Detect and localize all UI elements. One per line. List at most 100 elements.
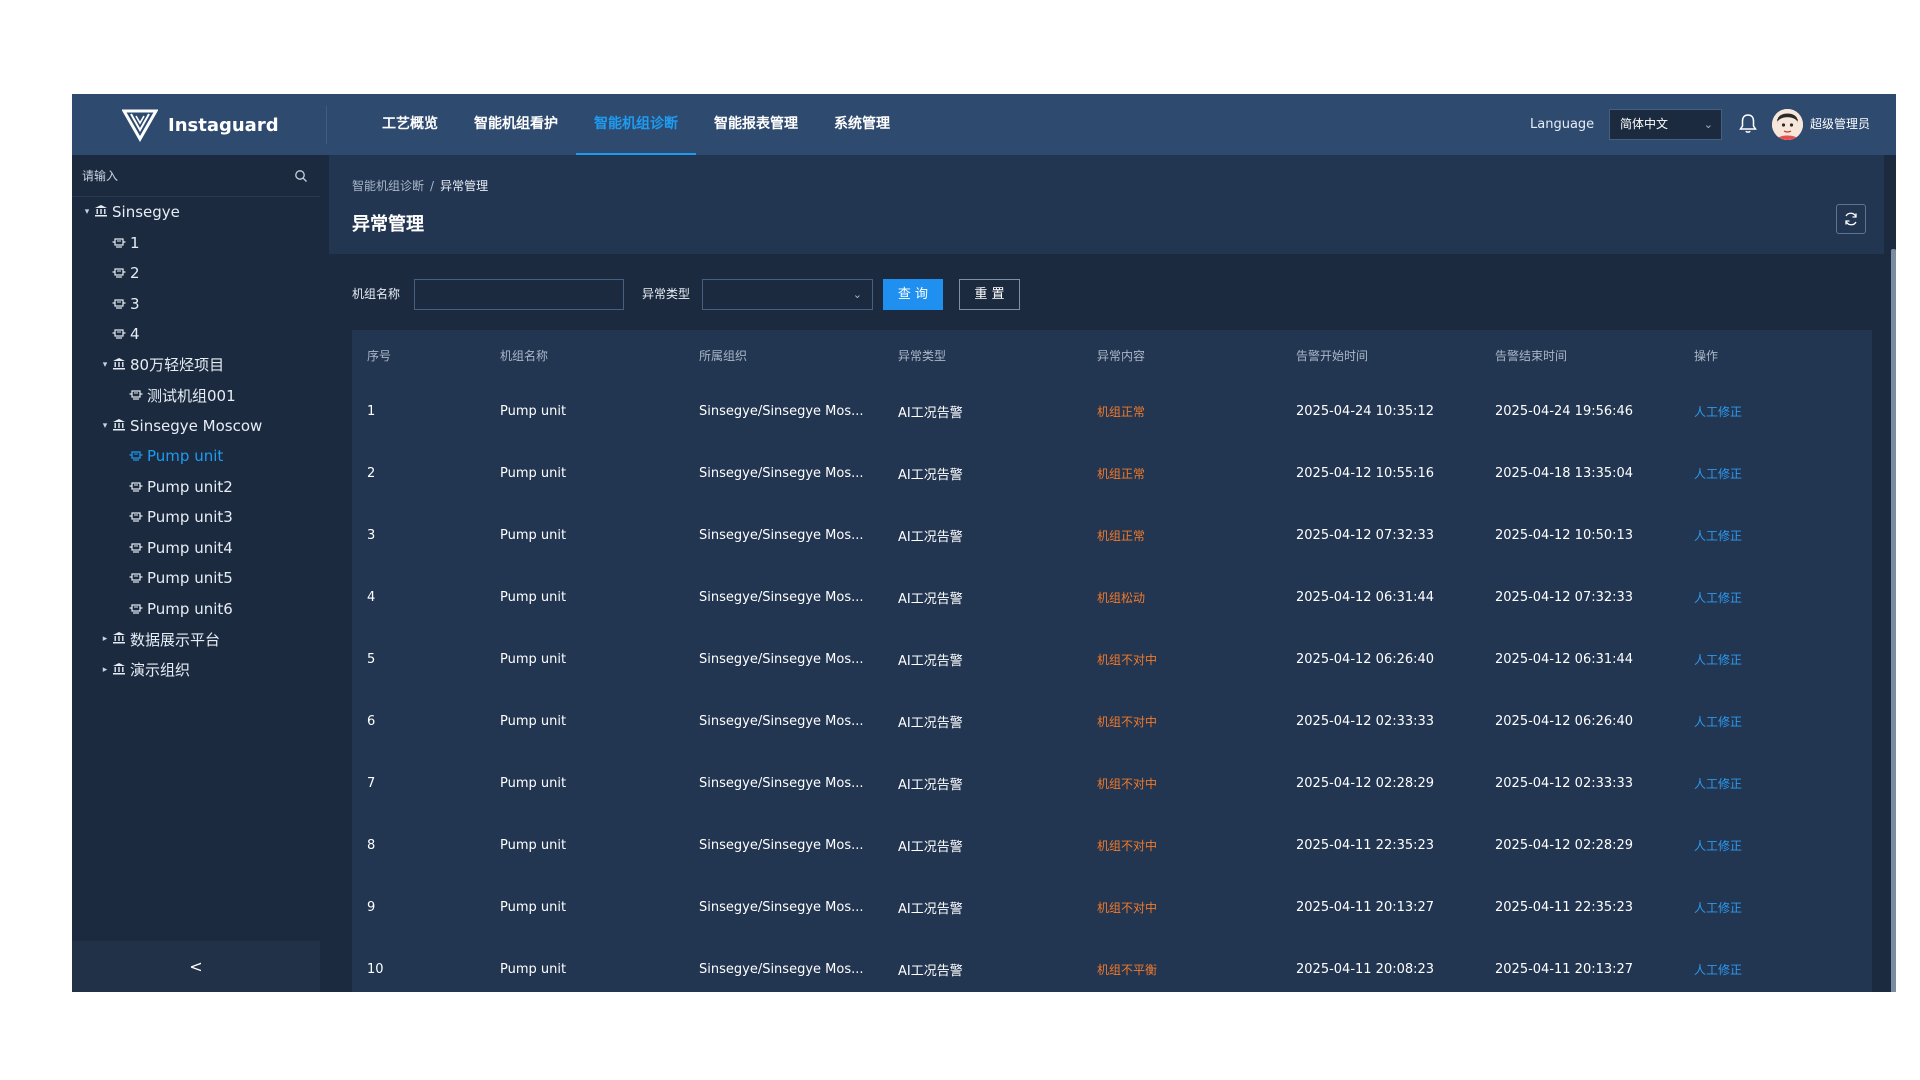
tree-node-label: Pump unit5 [147, 569, 233, 588]
tree-node[interactable]: ▾ Sinsegye [72, 197, 320, 228]
tree-node[interactable]: 1 [72, 228, 320, 259]
caret-down-icon[interactable]: ▾ [98, 421, 112, 431]
tree-node[interactable]: ▸ 演示组织 [72, 655, 320, 686]
tree-node[interactable]: 4 [72, 319, 320, 350]
sidebar-collapse-button[interactable]: < [72, 941, 320, 992]
tree-node[interactable]: 2 [72, 258, 320, 289]
manual-correct-link[interactable]: 人工修正 [1679, 465, 1872, 482]
tree-node-label: 3 [130, 294, 140, 313]
organization: Sinsegye/Sinsegye Mos... [699, 651, 864, 667]
manual-correct-link[interactable]: 人工修正 [1679, 961, 1872, 978]
manual-correct-link[interactable]: 人工修正 [1679, 775, 1872, 792]
tree-search-input[interactable] [72, 155, 292, 197]
tree-search [72, 155, 320, 197]
caret-down-icon[interactable]: ▾ [80, 207, 94, 217]
unit-name: Pump unit [500, 465, 567, 481]
column-header: 告警开始时间 [1296, 348, 1369, 363]
organization: Sinsegye/Sinsegye Mos... [699, 465, 864, 481]
bank-icon [112, 661, 126, 679]
alarm-end-time: 2025-04-12 07:32:33 [1495, 589, 1634, 605]
unit-name-input[interactable] [415, 280, 623, 309]
language-select[interactable]: 简体中文 ⌄ [1609, 109, 1722, 140]
column-header: 操作 [1694, 348, 1719, 363]
v-logo-icon [122, 109, 158, 142]
abnormal-content: 机组松动 [1097, 590, 1146, 605]
query-button[interactable]: 查 询 [883, 279, 943, 310]
alarm-end-time: 2025-04-12 06:31:44 [1495, 651, 1634, 667]
abnormal-type-select[interactable]: ⌄ [702, 279, 873, 310]
abnormal-type: AI工况告警 [898, 777, 963, 793]
breadcrumb-parent[interactable]: 智能机组诊断 [352, 179, 424, 193]
manual-correct-link[interactable]: 人工修正 [1679, 713, 1872, 730]
org-tree: ▾ Sinsegye 1 2 3 4 ▾ 80万轻烃项目测试机组001 ▾ Sinsegye Mo… [72, 197, 320, 685]
nav-unit-care[interactable]: 智能机组看护 [456, 94, 576, 155]
tree-node-label: Pump unit4 [147, 538, 233, 557]
tree-node[interactable]: Pump unit [72, 441, 320, 472]
tree-node[interactable]: Pump unit6 [72, 594, 320, 625]
organization: Sinsegye/Sinsegye Mos... [699, 961, 864, 977]
alarm-end-time: 2025-04-12 10:50:13 [1495, 527, 1634, 543]
alarm-start-time: 2025-04-24 10:35:12 [1296, 403, 1435, 419]
breadcrumb-separator: / [430, 179, 435, 193]
column-header: 告警结束时间 [1495, 348, 1568, 363]
tree-node-label: 数据展示平台 [130, 630, 221, 649]
tree-node-label: 测试机组001 [147, 386, 236, 405]
unit-name: Pump unit [500, 837, 567, 853]
bell-icon[interactable] [1738, 113, 1758, 135]
tree-node[interactable]: Pump unit3 [72, 502, 320, 533]
organization: Sinsegye/Sinsegye Mos... [699, 589, 864, 605]
tree-node-label: Pump unit3 [147, 508, 233, 527]
tree-node[interactable]: 3 [72, 289, 320, 320]
tree-node-label: Pump unit2 [147, 477, 233, 496]
manual-correct-link[interactable]: 人工修正 [1679, 651, 1872, 668]
manual-correct-link[interactable]: 人工修正 [1679, 589, 1872, 606]
tree-node[interactable]: ▸ 数据展示平台 [72, 624, 320, 655]
username[interactable]: 超级管理员 [1810, 94, 1870, 155]
refresh-button[interactable] [1836, 204, 1866, 234]
caret-right-icon[interactable]: ▸ [98, 634, 112, 644]
tree-node-label: 4 [130, 325, 140, 344]
reset-button[interactable]: 重 置 [959, 279, 1020, 310]
abnormal-content: 机组不对中 [1097, 776, 1158, 791]
pump-unit-icon [129, 447, 143, 465]
manual-correct-link[interactable]: 人工修正 [1679, 527, 1872, 544]
table-row: 5 Pump unit Sinsegye/Sinsegye Mos... AI工况告警… [352, 628, 1872, 690]
tree-node[interactable]: 测试机组001 [72, 380, 320, 411]
page-scrollbar[interactable] [1891, 249, 1896, 992]
table-row: 1 Pump unit Sinsegye/Sinsegye Mos... AI工况告警… [352, 380, 1872, 442]
column-header: 异常内容 [1097, 348, 1146, 363]
breadcrumb-current: 异常管理 [440, 179, 489, 193]
manual-correct-link[interactable]: 人工修正 [1679, 837, 1872, 854]
pump-unit-icon [129, 569, 143, 587]
chevron-down-icon: ⌄ [1703, 118, 1713, 131]
table-row: 6 Pump unit Sinsegye/Sinsegye Mos... AI工况告警… [352, 690, 1872, 752]
alarm-start-time: 2025-04-12 02:28:29 [1296, 775, 1435, 791]
caret-down-icon[interactable]: ▾ [98, 360, 112, 370]
manual-correct-link[interactable]: 人工修正 [1679, 899, 1872, 916]
row-index: 3 [367, 527, 376, 543]
avatar[interactable] [1772, 109, 1803, 140]
tree-node[interactable]: Pump unit5 [72, 563, 320, 594]
alarm-start-time: 2025-04-12 06:31:44 [1296, 589, 1435, 605]
tree-node-label: 2 [130, 264, 140, 283]
abnormal-type: AI工况告警 [898, 529, 963, 545]
tree-node[interactable]: Pump unit2 [72, 472, 320, 503]
tree-node[interactable]: ▾ 80万轻烃项目 [72, 350, 320, 381]
pump-unit-icon [129, 386, 143, 404]
abnormal-content: 机组不对中 [1097, 838, 1158, 853]
caret-right-icon[interactable]: ▸ [98, 665, 112, 675]
abnormal-type: AI工况告警 [898, 405, 963, 421]
column-header: 机组名称 [500, 348, 549, 363]
nav-process-overview[interactable]: 工艺概览 [364, 94, 456, 155]
tree-node[interactable]: Pump unit4 [72, 533, 320, 564]
search-icon[interactable] [294, 169, 308, 183]
nav-system-management[interactable]: 系统管理 [816, 94, 908, 155]
organization: Sinsegye/Sinsegye Mos... [699, 775, 864, 791]
manual-correct-link[interactable]: 人工修正 [1679, 403, 1872, 420]
tree-node[interactable]: ▾ Sinsegye Moscow [72, 411, 320, 442]
nav-unit-diagnosis[interactable]: 智能机组诊断 [576, 94, 696, 155]
nav-report-management[interactable]: 智能报表管理 [696, 94, 816, 155]
unit-name-field[interactable] [414, 279, 624, 310]
sidebar: ▾ Sinsegye 1 2 3 4 ▾ 80万轻烃项目测试机组001 ▾ Sinsegye Mo… [72, 155, 320, 992]
logo[interactable]: Instaguard [122, 106, 279, 144]
